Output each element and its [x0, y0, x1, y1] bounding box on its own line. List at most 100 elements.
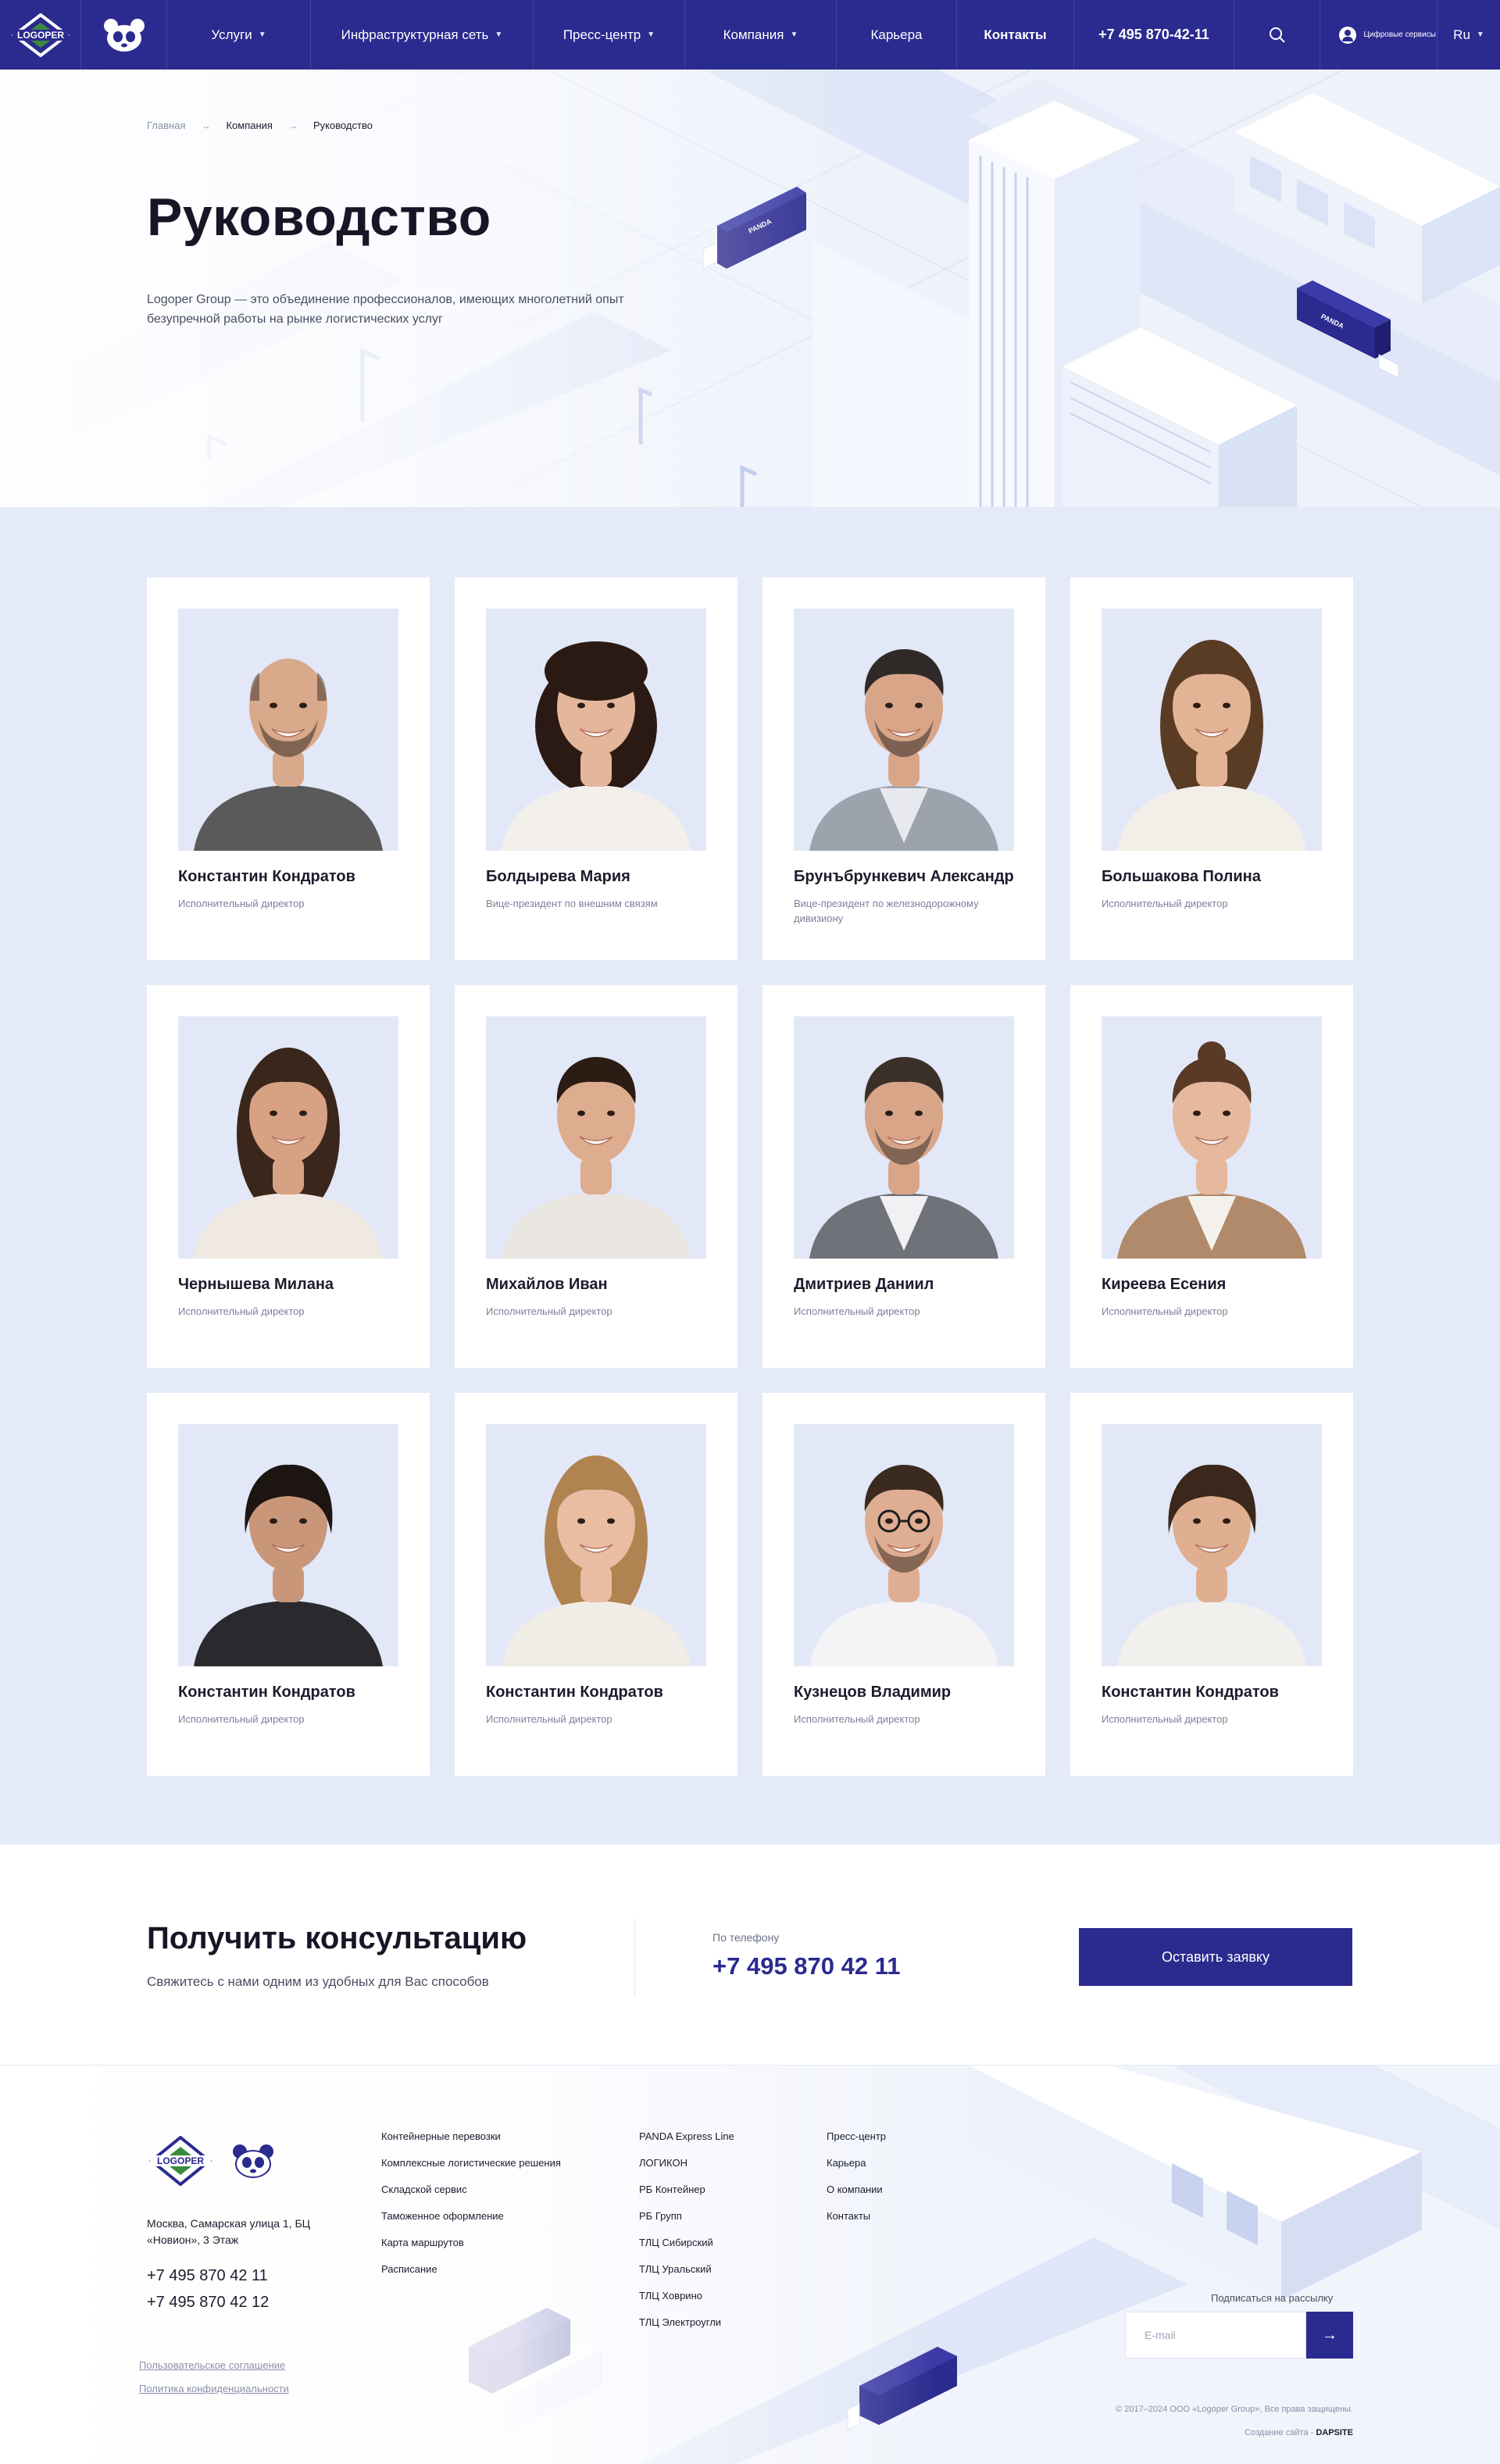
chevron-down-icon: ▼ — [495, 30, 503, 39]
footer-link[interactable]: Таможенное оформление — [381, 2209, 561, 2236]
avatar — [794, 1016, 1014, 1259]
footer-link[interactable]: Карьера — [827, 2156, 886, 2183]
team-member-card[interactable]: Константин Кондратов Исполнительный дирек… — [1070, 1393, 1353, 1776]
panda-icon[interactable] — [230, 2143, 277, 2179]
footer-link[interactable]: Контейнерные перевозки — [381, 2130, 561, 2156]
nav-item-press-center[interactable]: Пресс-центр ▼ — [534, 0, 685, 70]
chevron-down-icon: ▼ — [790, 30, 798, 39]
avatar — [1102, 609, 1322, 851]
search-button[interactable] — [1234, 0, 1320, 70]
digital-services-button[interactable]: Цифровые сервисы — [1320, 0, 1438, 70]
breadcrumb-company-link[interactable]: Компания — [226, 120, 273, 131]
footer-link[interactable]: PANDA Express Line — [639, 2130, 734, 2156]
team-member-card[interactable]: Константин Кондратов Исполнительный дирек… — [455, 1393, 738, 1776]
team-member-card[interactable]: Чернышева Милана Исполнительный директор — [147, 985, 430, 1368]
team-member-card[interactable]: Дмитриев Даниил Исполнительный директор — [762, 985, 1045, 1368]
logoper-logo-icon[interactable]: LOGOPER — [147, 2136, 214, 2186]
hero-isometric-illustration: PANDA PANDA — [0, 70, 1500, 507]
team-member-card[interactable]: Болдырева Мария Вице-президент по внешним… — [455, 577, 738, 960]
consultation-title: Получить консультацию — [147, 1921, 527, 1955]
phone-label: По телефону — [712, 1931, 780, 1944]
team-member-card[interactable]: Брунъбрункевич Александр Вице-президент п… — [762, 577, 1045, 960]
user-agreement-link[interactable]: Пользовательское соглашение — [139, 2359, 285, 2371]
team-member-card[interactable]: Константин Кондратов Исполнительный дирек… — [147, 577, 430, 960]
portrait-illustration — [486, 1016, 706, 1259]
avatar — [794, 609, 1014, 851]
footer-network-column: PANDA Express Line ЛОГИКОН РБ Контейнер РБ … — [639, 2130, 734, 2342]
team-member-role: Исполнительный директор — [178, 898, 305, 909]
footer-link[interactable]: Комплексные логистические решения — [381, 2156, 561, 2183]
header-phone-link[interactable]: +7 495 870-42-11 — [1074, 0, 1234, 70]
footer-link[interactable]: Контакты — [827, 2209, 886, 2236]
team-member-card[interactable]: Большакова Полина Исполнительный директор — [1070, 577, 1353, 960]
digital-services: Цифровые сервисы — [1338, 26, 1436, 44]
footer-link[interactable]: ТЛЦ Уральский — [639, 2262, 734, 2289]
language-label: Ru — [1453, 27, 1470, 42]
team-member-card[interactable]: Константин Кондратов Исполнительный дирек… — [147, 1393, 430, 1776]
privacy-policy-link[interactable]: Политика конфиденциальности — [139, 2383, 289, 2394]
team-member-role: Исполнительный директор — [1102, 1305, 1228, 1317]
consultation-section: Получить консультацию Свяжитесь с нами о… — [0, 1844, 1500, 2066]
footer-link[interactable]: Расписание — [381, 2262, 561, 2289]
footer-link[interactable]: ТЛЦ Ховрино — [639, 2289, 734, 2316]
footer-link[interactable]: ЛОГИКОН — [639, 2156, 734, 2183]
team-member-card[interactable]: Михайлов Иван Исполнительный директор — [455, 985, 738, 1368]
portrait-illustration — [486, 1424, 706, 1666]
avatar — [1102, 1016, 1322, 1259]
logoper-logo[interactable]: LOGOPER — [0, 0, 82, 70]
portrait-illustration — [1102, 1424, 1322, 1666]
footer-link[interactable]: О компании — [827, 2183, 886, 2209]
page-lead: Logoper Group — это объединение професси… — [147, 293, 624, 326]
footer-link[interactable]: Карта маршрутов — [381, 2236, 561, 2262]
nav-item-services[interactable]: Услуги ▼ — [167, 0, 311, 70]
chevron-down-icon: ▼ — [258, 30, 266, 39]
made-by-prefix: Создание сайта - — [1245, 2428, 1316, 2437]
language-select[interactable]: Ru ▼ — [1438, 0, 1500, 70]
footer-phone-link[interactable]: +7 495 870 42 11 — [147, 2267, 268, 2285]
nav-item-company[interactable]: Компания ▼ — [685, 0, 837, 70]
team-member-name: Константин Кондратов — [486, 1684, 663, 1701]
avatar — [794, 1424, 1014, 1666]
dapsite-link[interactable]: DAPSITE — [1316, 2428, 1353, 2437]
team-member-role: Исполнительный директор — [1102, 1713, 1228, 1725]
nav-item-contacts[interactable]: Контакты — [957, 0, 1074, 70]
user-icon — [1338, 26, 1356, 44]
footer-phone-link[interactable]: +7 495 870 42 12 — [147, 2294, 269, 2312]
footer-link[interactable]: ТЛЦ Сибирский — [639, 2236, 734, 2262]
footer-link[interactable]: РБ Контейнер — [639, 2183, 734, 2209]
chevron-down-icon: ▼ — [1476, 30, 1484, 39]
arrow-right-icon: → — [288, 120, 298, 131]
breadcrumb-home-link[interactable]: Главная — [147, 120, 185, 131]
portrait-illustration — [794, 1016, 1014, 1259]
subscribe-label: Подписаться на рассылку — [1211, 2292, 1334, 2304]
panda-logo[interactable] — [81, 0, 167, 70]
subscribe-button[interactable]: → — [1306, 2312, 1353, 2359]
footer-link[interactable]: РБ Групп — [639, 2209, 734, 2236]
request-button[interactable]: Оставить заявку — [1079, 1928, 1352, 1986]
nav-item-career[interactable]: Карьера — [837, 0, 957, 70]
digital-services-label: Цифровые сервисы — [1363, 30, 1436, 39]
footer-link[interactable]: Складской сервис — [381, 2183, 561, 2209]
team-member-role: Исполнительный директор — [794, 1305, 920, 1317]
team-member-role: Исполнительный директор — [178, 1305, 305, 1317]
team-member-card[interactable]: Кузнецов Владимир Исполнительный директор — [762, 1393, 1045, 1776]
chevron-down-icon: ▼ — [647, 30, 655, 39]
team-member-card[interactable]: Киреева Есения Исполнительный директор — [1070, 985, 1353, 1368]
team-member-name: Болдырева Мария — [486, 868, 630, 885]
team-member-name: Константин Кондратов — [178, 1684, 355, 1701]
svg-text:LOGOPER: LOGOPER — [17, 30, 64, 41]
email-field[interactable] — [1125, 2312, 1306, 2359]
nav-item-infrastructure[interactable]: Инфраструктурная сеть ▼ — [311, 0, 534, 70]
portrait-illustration — [486, 609, 706, 851]
portrait-illustration — [794, 1424, 1014, 1666]
footer-link[interactable]: ТЛЦ Электроугли — [639, 2316, 734, 2342]
header-phone: +7 495 870-42-11 — [1098, 27, 1209, 42]
footer-link[interactable]: Пресс-центр — [827, 2130, 886, 2156]
site-header: LOGOPER Услуги ▼ Инфраструктурная сеть ▼ П… — [0, 0, 1500, 70]
breadcrumb: Главная → Компания → Руководство — [147, 120, 373, 131]
consultation-phone-link[interactable]: +7 495 870 42 11 — [712, 1952, 901, 1980]
footer-company-column: Пресс-центр Карьера О компании Контакты — [827, 2130, 886, 2236]
main-nav: Услуги ▼ Инфраструктурная сеть ▼ Пресс-цен… — [167, 0, 1500, 70]
portrait-illustration — [178, 609, 398, 851]
avatar — [486, 1016, 706, 1259]
